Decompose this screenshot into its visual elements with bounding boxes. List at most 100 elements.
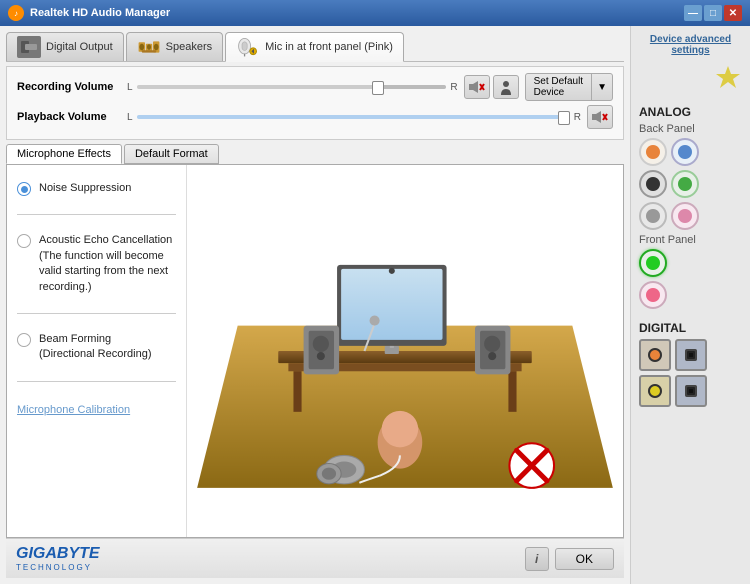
digital-row-2 bbox=[639, 375, 742, 407]
digital-output-tab-icon bbox=[17, 37, 41, 57]
bottom-bar: GIGABYTE TECHNOLOGY i OK bbox=[6, 538, 624, 578]
back-jack-orange[interactable] bbox=[639, 138, 667, 166]
set-default-button[interactable]: Set DefaultDevice ▼ bbox=[525, 73, 613, 101]
person-icon bbox=[497, 79, 515, 95]
effect-noise-suppression: Noise Suppression bbox=[17, 181, 176, 196]
recording-volume-slider[interactable] bbox=[137, 85, 447, 89]
tab-digital-output[interactable]: Digital Output bbox=[6, 32, 124, 61]
back-jack-blue[interactable] bbox=[671, 138, 699, 166]
set-default-label: Set DefaultDevice bbox=[526, 74, 592, 100]
jack-gray-inner bbox=[646, 209, 660, 223]
tab-default-format[interactable]: Default Format bbox=[124, 144, 219, 164]
back-jack-black[interactable] bbox=[639, 170, 667, 198]
main-container: Digital Output Speakers bbox=[0, 26, 750, 584]
back-jack-green[interactable] bbox=[671, 170, 699, 198]
digital-jack-coax-orange[interactable] bbox=[639, 339, 671, 371]
tab-digital-output-label: Digital Output bbox=[46, 41, 113, 53]
effects-panel: Noise Suppression Acoustic Echo Cancella… bbox=[7, 165, 187, 537]
recording-vol-l: L bbox=[127, 82, 133, 93]
app-title: Realtek HD Audio Manager bbox=[30, 7, 684, 19]
playback-vol-buttons bbox=[587, 105, 613, 129]
gigabyte-branding: GIGABYTE TECHNOLOGY bbox=[16, 545, 100, 572]
front-panel-title: Front Panel bbox=[639, 234, 742, 246]
close-button[interactable]: ✕ bbox=[724, 5, 742, 21]
recording-vol-buttons bbox=[464, 75, 519, 99]
digital-jack-optical-1[interactable] bbox=[675, 339, 707, 371]
tab-microphone-effects[interactable]: Microphone Effects bbox=[6, 144, 122, 164]
speakers-tab-icon bbox=[137, 37, 161, 57]
analog-section: ANALOG Back Panel bbox=[639, 105, 742, 313]
front-jack-pink[interactable] bbox=[639, 281, 667, 309]
tab-speakers[interactable]: Speakers bbox=[126, 32, 223, 61]
jack-blue-inner bbox=[678, 145, 692, 159]
set-default-container: Set DefaultDevice ▼ bbox=[525, 73, 613, 101]
recording-mute-button[interactable] bbox=[464, 75, 490, 99]
front-panel-row-1 bbox=[639, 249, 742, 277]
microphone-effects-label: Microphone Effects bbox=[17, 148, 111, 160]
device-advanced-settings-link[interactable]: Device advanced settings bbox=[639, 34, 742, 56]
default-format-label: Default Format bbox=[135, 148, 208, 160]
front-panel-row-2 bbox=[639, 281, 742, 309]
recording-volume-row: Recording Volume L R bbox=[17, 73, 613, 101]
maximize-button[interactable]: □ bbox=[704, 5, 722, 21]
bottom-right-buttons: i OK bbox=[525, 547, 614, 571]
speaker-mute-icon2 bbox=[591, 109, 609, 125]
room-scene-svg bbox=[187, 165, 623, 537]
digital-jack-coax-yellow[interactable] bbox=[639, 375, 671, 407]
digital-section: DIGITAL bbox=[639, 321, 742, 411]
realtek-star-icon bbox=[714, 64, 742, 92]
playback-mute-button[interactable] bbox=[587, 105, 613, 129]
coax-orange-inner bbox=[648, 348, 662, 362]
microphone-calibration-link[interactable]: Microphone Calibration bbox=[17, 404, 176, 416]
coax-yellow-inner bbox=[648, 384, 662, 398]
speaker-mute-icon bbox=[468, 79, 486, 95]
tab-mic-front[interactable]: Mic in at front panel (Pink) bbox=[225, 32, 404, 62]
right-sidebar: Device advanced settings ANALOG Back Pan… bbox=[630, 26, 750, 584]
effect-echo-cancellation: Acoustic Echo Cancellation (The function… bbox=[17, 233, 176, 295]
playback-vol-l: L bbox=[127, 112, 133, 123]
jack-orange-inner bbox=[646, 145, 660, 159]
ok-button[interactable]: OK bbox=[555, 548, 614, 570]
controls-area: Recording Volume L R bbox=[6, 66, 624, 140]
window-controls: — □ ✕ bbox=[684, 5, 742, 21]
playback-volume-slider-group: L R bbox=[127, 112, 581, 123]
divider-2 bbox=[17, 313, 176, 314]
tab-mic-front-label: Mic in at front panel (Pink) bbox=[265, 41, 393, 53]
mic-tab-icon bbox=[236, 37, 260, 57]
back-jack-gray[interactable] bbox=[639, 202, 667, 230]
tabs-row: Digital Output Speakers bbox=[6, 32, 624, 62]
jack-black-inner bbox=[646, 177, 660, 191]
minimize-button[interactable]: — bbox=[684, 5, 702, 21]
front-jack-green-inner bbox=[646, 256, 660, 270]
playback-volume-label: Playback Volume bbox=[17, 111, 127, 123]
inner-tabs: Microphone Effects Default Format bbox=[6, 144, 624, 164]
noise-suppression-radio[interactable] bbox=[17, 182, 31, 196]
recording-boost-button[interactable] bbox=[493, 75, 519, 99]
echo-cancellation-radio[interactable] bbox=[17, 234, 31, 248]
recording-vol-r: R bbox=[450, 82, 457, 93]
digital-title: DIGITAL bbox=[639, 321, 742, 335]
left-area: Digital Output Speakers bbox=[0, 26, 630, 584]
digital-jack-optical-2[interactable] bbox=[675, 375, 707, 407]
back-panel-row-2 bbox=[639, 170, 742, 198]
echo-cancellation-label: Acoustic Echo Cancellation (The function… bbox=[39, 233, 172, 295]
analog-title: ANALOG bbox=[639, 105, 742, 119]
optical-icon bbox=[683, 347, 699, 363]
noise-suppression-label: Noise Suppression bbox=[39, 181, 131, 196]
app-icon: ♪ bbox=[8, 5, 24, 21]
playback-volume-slider[interactable] bbox=[137, 115, 570, 119]
beam-forming-radio[interactable] bbox=[17, 333, 31, 347]
jack-green-inner bbox=[678, 177, 692, 191]
front-jack-green[interactable] bbox=[639, 249, 667, 277]
recording-volume-label: Recording Volume bbox=[17, 81, 127, 93]
content-panel: Noise Suppression Acoustic Echo Cancella… bbox=[6, 164, 624, 538]
playback-vol-r: R bbox=[574, 112, 581, 123]
speakers-icon bbox=[137, 37, 161, 57]
back-jack-pink[interactable] bbox=[671, 202, 699, 230]
optical-icon2 bbox=[683, 383, 699, 399]
back-panel-row-1 bbox=[639, 138, 742, 166]
titlebar: ♪ Realtek HD Audio Manager — □ ✕ bbox=[0, 0, 750, 26]
microphone-icon bbox=[236, 36, 260, 58]
info-button[interactable]: i bbox=[525, 547, 549, 571]
gigabyte-logo: GIGABYTE bbox=[16, 545, 100, 562]
